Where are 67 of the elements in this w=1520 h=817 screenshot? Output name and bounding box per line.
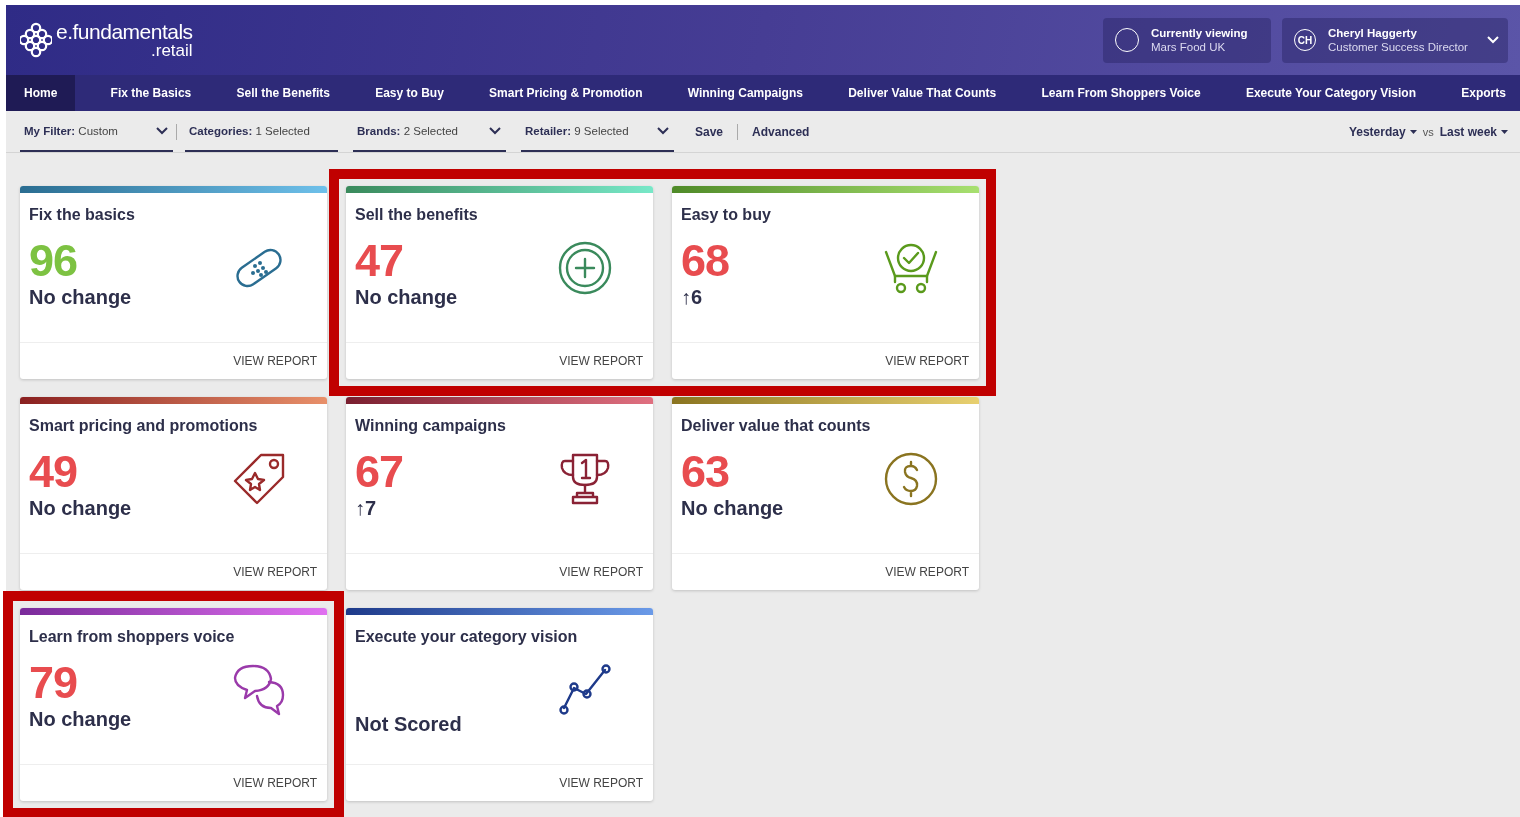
nav-tab[interactable]: Winning Campaigns [677, 75, 813, 111]
card-title: Sell the benefits [354, 205, 479, 224]
nav-tab[interactable]: Easy to Buy [365, 75, 454, 111]
viewing-label: Currently viewing [1151, 27, 1249, 39]
view-report-link[interactable]: VIEW REPORT [885, 565, 969, 579]
card-title: Learn from shoppers voice [28, 627, 236, 646]
chat-bubbles-icon [231, 662, 287, 718]
period-dropdown[interactable]: Yesterday [1348, 124, 1417, 139]
card-title: Winning campaigns [354, 416, 507, 435]
nav-tab[interactable]: Sell the Benefits [226, 75, 340, 111]
change-label: ↑7 [355, 496, 378, 520]
change-label: Not Scored [355, 713, 462, 736]
view-report-link[interactable]: VIEW REPORT [885, 354, 969, 368]
dollar-coin-icon [883, 451, 939, 507]
viewing-value: Mars Food UK [1151, 41, 1227, 53]
card-title: Fix the basics [28, 205, 136, 224]
card-title: Execute your category vision [354, 627, 579, 646]
score-value: 49 [29, 447, 79, 497]
vs-label: vs [1422, 125, 1434, 138]
filter-dropdown[interactable]: Categories: 1 Selected [185, 111, 338, 152]
caret-icon [1501, 129, 1508, 134]
nav-tab[interactable]: Deliver Value That Counts [838, 75, 1007, 111]
card-title: Easy to buy [680, 205, 772, 224]
change-label: No change [29, 496, 132, 520]
score-value: 67 [355, 447, 404, 497]
viewing-panel[interactable]: Currently viewing Mars Food UK [1103, 17, 1271, 63]
score-value: 47 [355, 236, 405, 286]
price-tag-icon [231, 451, 287, 507]
nav-tab[interactable]: Fix the Basics [100, 75, 202, 111]
change-label: No change [29, 285, 132, 309]
brand-suffix: .retail [151, 42, 193, 59]
user-role: Customer Success Director [1328, 41, 1469, 53]
nav-tab[interactable]: Home [6, 75, 76, 111]
filter-dropdown[interactable]: Brands: 2 Selected [353, 111, 506, 152]
view-report-link[interactable]: VIEW REPORT [233, 565, 317, 579]
view-report-link[interactable]: VIEW REPORT [233, 354, 317, 368]
view-report-link[interactable]: VIEW REPORT [559, 776, 643, 790]
change-label: ↑6 [681, 285, 704, 309]
card-title: Smart pricing and promotions [28, 416, 259, 435]
nav-tab[interactable]: Execute Your Category Vision [1235, 75, 1426, 111]
logo-icon [20, 22, 52, 58]
caret-icon [1409, 129, 1417, 134]
score-value: 63 [681, 447, 731, 497]
card-title: Deliver value that counts [680, 416, 872, 435]
user-name: Cheryl Haggerty [1328, 27, 1418, 39]
action-link[interactable]: Advanced [746, 124, 816, 139]
nav-tab[interactable]: Smart Pricing & Promotion [479, 75, 653, 111]
line-chart-icon [557, 662, 613, 718]
change-label: No change [355, 285, 458, 309]
compare-dropdown[interactable]: Last week [1439, 124, 1508, 139]
nav-tab[interactable]: Exports [1451, 75, 1516, 111]
brand-name: e.fundamentals [56, 21, 193, 42]
score-value: 68 [681, 236, 730, 286]
score-value: 96 [29, 236, 79, 286]
score-value: 79 [29, 658, 79, 708]
filter-dropdown[interactable]: Retailer: 9 Selected [521, 111, 674, 152]
user-menu[interactable]: CH Cheryl Haggerty Customer Success Director [1282, 17, 1508, 63]
change-label: No change [681, 496, 784, 520]
filter-dropdown[interactable]: My Filter: Custom [20, 111, 173, 152]
change-label: No change [29, 707, 132, 731]
plus-circle-icon [557, 240, 613, 296]
view-report-link[interactable]: VIEW REPORT [233, 776, 317, 790]
view-report-link[interactable]: VIEW REPORT [559, 354, 643, 368]
action-link[interactable]: Save [689, 124, 730, 139]
view-report-link[interactable]: VIEW REPORT [559, 565, 643, 579]
nav-tab[interactable]: Learn From Shoppers Voice [1031, 75, 1211, 111]
chevron-down-icon [1486, 35, 1500, 45]
